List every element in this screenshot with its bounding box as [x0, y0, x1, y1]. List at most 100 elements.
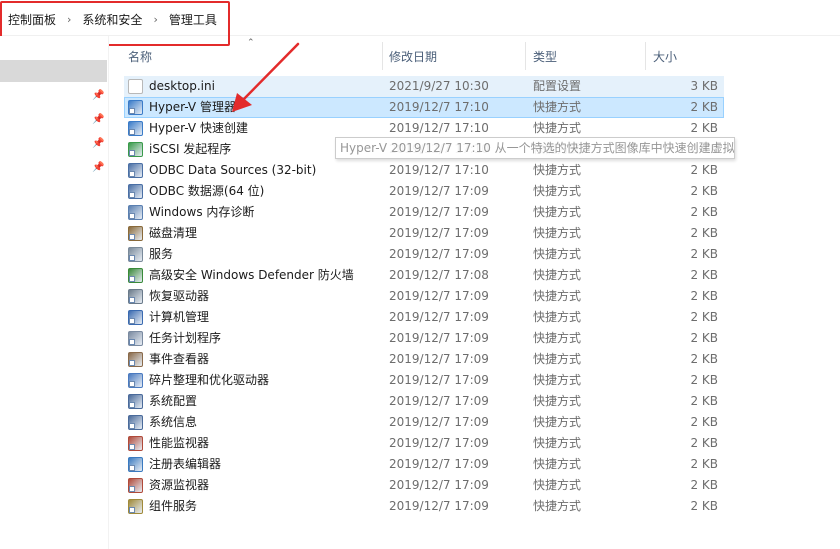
file-date: 2019/12/7 17:09: [389, 247, 489, 261]
pin-icon[interactable]: 📌: [92, 90, 104, 102]
file-date: 2019/12/7 17:09: [389, 310, 489, 324]
file-row[interactable]: 注册表编辑器 2019/12/7 17:09 快捷方式 2 KB: [124, 454, 724, 475]
file-row[interactable]: Hyper-V 管理器 2019/12/7 17:10 快捷方式 2 KB: [124, 97, 724, 118]
file-size: 2 KB: [690, 226, 718, 240]
file-size: 2 KB: [690, 457, 718, 471]
odbc-icon: [128, 184, 143, 199]
file-date: 2019/12/7 17:09: [389, 184, 489, 198]
task-scheduler-icon: [128, 331, 143, 346]
file-size: 2 KB: [690, 310, 718, 324]
file-type: 快捷方式: [533, 184, 582, 198]
file-size: 3 KB: [690, 79, 718, 93]
file-row[interactable]: desktop.ini 2021/9/27 10:30 配置设置 3 KB: [124, 76, 724, 97]
file-row[interactable]: 系统配置 2019/12/7 17:09 快捷方式 2 KB: [124, 391, 724, 412]
file-size: 2 KB: [690, 247, 718, 261]
file-row[interactable]: 碎片整理和优化驱动器 2019/12/7 17:09 快捷方式 2 KB: [124, 370, 724, 391]
file-name: 任务计划程序: [149, 331, 222, 345]
file-row[interactable]: Windows 内存诊断 2019/12/7 17:09 快捷方式 2 KB: [124, 202, 724, 223]
file-name: Windows 内存诊断: [149, 205, 255, 219]
pin-icon[interactable]: 📌: [92, 162, 104, 174]
column-separator[interactable]: [525, 42, 526, 70]
file-size: 2 KB: [690, 163, 718, 177]
file-date: 2019/12/7 17:09: [389, 415, 489, 429]
resource-monitor-icon: [128, 478, 143, 493]
file-type: 快捷方式: [533, 163, 582, 177]
chevron-right-icon[interactable]: ›: [153, 13, 157, 26]
file-explorer-window: 控制面板 › 系统和安全 › 管理工具 📌 📌 📌 📌 ⌃ 名称 修改日期 类型…: [0, 0, 840, 549]
hyperv-quick-create-icon: [128, 121, 143, 136]
column-header-type[interactable]: 类型: [533, 46, 557, 68]
file-type: 快捷方式: [533, 499, 582, 513]
file-row[interactable]: 高级安全 Windows Defender 防火墙 2019/12/7 17:08…: [124, 265, 724, 286]
breadcrumb-control-panel[interactable]: 控制面板: [6, 11, 58, 28]
file-name: 系统配置: [149, 394, 198, 408]
file-type: 配置设置: [533, 79, 582, 93]
component-services-icon: [128, 499, 143, 514]
file-date: 2019/12/7 17:09: [389, 205, 489, 219]
file-row[interactable]: 任务计划程序 2019/12/7 17:09 快捷方式 2 KB: [124, 328, 724, 349]
column-separator[interactable]: [645, 42, 646, 70]
file-type: 快捷方式: [533, 457, 582, 471]
file-size: 2 KB: [690, 415, 718, 429]
file-date: 2019/12/7 17:09: [389, 352, 489, 366]
file-name: 资源监视器: [149, 478, 210, 492]
file-row[interactable]: 恢复驱动器 2019/12/7 17:09 快捷方式 2 KB: [124, 286, 724, 307]
file-row[interactable]: 组件服务 2019/12/7 17:09 快捷方式 2 KB: [124, 496, 724, 517]
file-row[interactable]: 资源监视器 2019/12/7 17:09 快捷方式 2 KB: [124, 475, 724, 496]
file-size: 2 KB: [690, 100, 718, 114]
file-row[interactable]: 服务 2019/12/7 17:09 快捷方式 2 KB: [124, 244, 724, 265]
file-type: 快捷方式: [533, 247, 582, 261]
file-name: 系统信息: [149, 415, 198, 429]
file-row[interactable]: ODBC Data Sources (32-bit) 2019/12/7 17:1…: [124, 160, 724, 181]
file-type: 快捷方式: [533, 121, 582, 135]
recovery-drive-icon: [128, 289, 143, 304]
tooltip: Hyper-V 2019/12/7 17:10 从一个特选的快捷方式图像库中快速…: [335, 137, 735, 159]
file-name: 高级安全 Windows Defender 防火墙: [149, 268, 354, 282]
file-size: 2 KB: [690, 121, 718, 135]
file-row[interactable]: Hyper-V 快速创建 2019/12/7 17:10 快捷方式 2 KB: [124, 118, 724, 139]
file-type: 快捷方式: [533, 100, 582, 114]
file-row[interactable]: 事件查看器 2019/12/7 17:09 快捷方式 2 KB: [124, 349, 724, 370]
file-date: 2019/12/7 17:09: [389, 394, 489, 408]
file-row[interactable]: 系统信息 2019/12/7 17:09 快捷方式 2 KB: [124, 412, 724, 433]
defrag-icon: [128, 373, 143, 388]
system-config-icon: [128, 394, 143, 409]
file-size: 2 KB: [690, 352, 718, 366]
column-separator[interactable]: [382, 42, 383, 70]
file-row[interactable]: 磁盘清理 2019/12/7 17:09 快捷方式 2 KB: [124, 223, 724, 244]
file-name: 碎片整理和优化驱动器: [149, 373, 270, 387]
file-type: 快捷方式: [533, 310, 582, 324]
column-header-name[interactable]: 名称: [128, 46, 152, 68]
pin-icon[interactable]: 📌: [92, 138, 104, 150]
sort-ascending-icon: ⌃: [247, 38, 255, 48]
breadcrumb-system-security[interactable]: 系统和安全: [80, 11, 144, 28]
file-name: ODBC 数据源(64 位): [149, 184, 265, 198]
breadcrumb-admin-tools[interactable]: 管理工具: [167, 11, 219, 28]
column-header-date[interactable]: 修改日期: [389, 46, 437, 68]
file-name: Hyper-V 管理器: [149, 100, 236, 114]
firewall-icon: [128, 268, 143, 283]
file-type: 快捷方式: [533, 268, 582, 282]
pin-icon[interactable]: 📌: [92, 114, 104, 126]
file-date: 2019/12/7 17:09: [389, 499, 489, 513]
file-name: Hyper-V 快速创建: [149, 121, 248, 135]
file-type: 快捷方式: [533, 436, 582, 450]
pane-divider[interactable]: [108, 36, 109, 549]
file-row[interactable]: 计算机管理 2019/12/7 17:09 快捷方式 2 KB: [124, 307, 724, 328]
memory-diagnostic-icon: [128, 205, 143, 220]
file-date: 2019/12/7 17:10: [389, 163, 489, 177]
address-bar[interactable]: 控制面板 › 系统和安全 › 管理工具: [0, 0, 840, 36]
file-name: ODBC Data Sources (32-bit): [149, 163, 317, 177]
file-row[interactable]: 性能监视器 2019/12/7 17:09 快捷方式 2 KB: [124, 433, 724, 454]
file-type: 快捷方式: [533, 415, 582, 429]
column-header-size[interactable]: 大小: [653, 46, 677, 68]
file-name: 事件查看器: [149, 352, 210, 366]
file-name: desktop.ini: [149, 79, 215, 93]
file-size: 2 KB: [690, 436, 718, 450]
breadcrumb: 控制面板 › 系统和安全 › 管理工具: [6, 11, 219, 28]
chevron-right-icon[interactable]: ›: [67, 13, 71, 26]
file-row[interactable]: ODBC 数据源(64 位) 2019/12/7 17:09 快捷方式 2 KB: [124, 181, 724, 202]
performance-monitor-icon: [128, 436, 143, 451]
file-name: 计算机管理: [149, 310, 210, 324]
nav-selected-item[interactable]: [0, 60, 107, 82]
